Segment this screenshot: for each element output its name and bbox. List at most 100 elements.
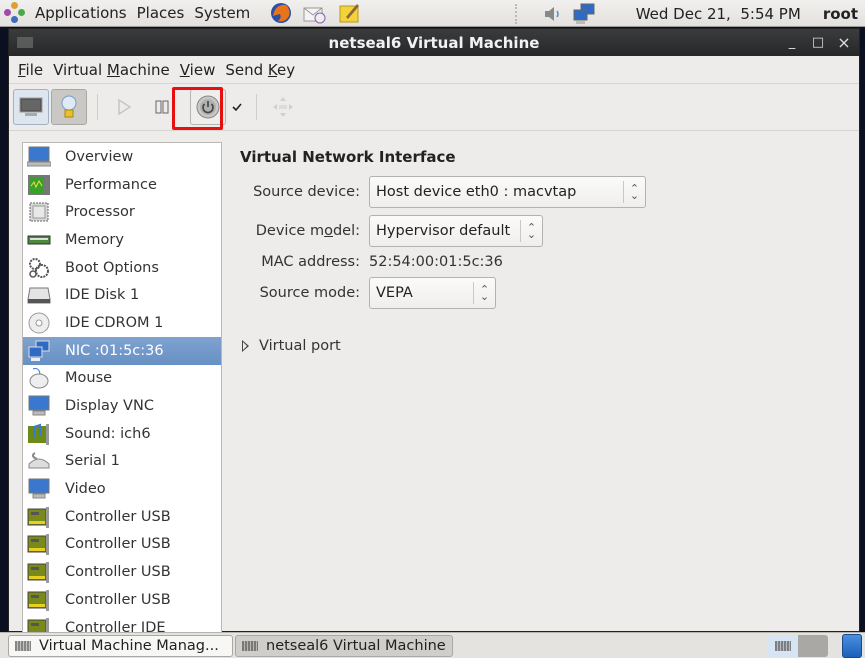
menu-sendkey-prefix: Send — [225, 60, 268, 79]
workspace-switcher[interactable] — [768, 635, 828, 657]
virtual-port-expander[interactable]: Virtual port — [240, 338, 840, 354]
device-model-row: Device model: Hypervisor default ⌃ ⌄ — [240, 213, 840, 248]
menu-view[interactable]: View — [175, 61, 221, 79]
performance-icon — [26, 174, 52, 196]
hardware-list-item[interactable]: Overview — [23, 143, 221, 171]
hardware-list-item[interactable]: Processor — [23, 198, 221, 226]
source-device-value: Host device eth0 : macvtap — [376, 183, 577, 200]
move-arrows-icon — [273, 97, 293, 117]
applications-menu[interactable]: Applications — [30, 0, 132, 27]
top-panel: Applications Places System Wed Dec 21, 5… — [0, 0, 865, 27]
source-mode-combo[interactable]: VEPA ⌃ ⌄ — [369, 276, 496, 309]
vm-manager-icon — [15, 640, 31, 651]
maximize-button[interactable]: □ — [811, 35, 825, 50]
window-titlebar[interactable]: netseal6 Virtual Machine _ □ × — [9, 29, 859, 56]
source-device-combo[interactable]: Host device eth0 : macvtap ⌃ ⌄ — [369, 175, 646, 208]
hardware-list-item[interactable]: Controller USB — [23, 586, 221, 614]
lightbulb-icon — [61, 95, 77, 118]
display-icon — [26, 395, 52, 417]
hardware-list-item[interactable]: Display VNC — [23, 392, 221, 420]
sound-card-icon — [26, 423, 52, 445]
toolbar-separator — [256, 94, 257, 120]
hardware-list-item[interactable]: IDE CDROM 1 — [23, 309, 221, 337]
hardware-list-item[interactable]: Sound: ich6 — [23, 420, 221, 448]
hardware-list-item[interactable]: Performance — [23, 171, 221, 199]
pause-icon — [155, 100, 169, 114]
mnemonic: V — [179, 60, 190, 79]
hardware-item-label: Performance — [65, 176, 157, 193]
firefox-icon[interactable] — [265, 0, 297, 27]
close-button[interactable]: × — [837, 33, 851, 52]
hardware-list-item[interactable]: Memory — [23, 226, 221, 254]
mac-address-value: 52:54:00:01:5c:36 — [369, 253, 503, 270]
hardware-list-item[interactable]: NIC :01:5c:36 — [23, 336, 221, 365]
cdrom-icon — [26, 312, 52, 334]
hardware-item-label: Display VNC — [65, 398, 154, 415]
workspace-2[interactable] — [798, 635, 828, 657]
menu-vm-rest: achine — [119, 60, 170, 79]
source-mode-label: Source mode: — [259, 284, 360, 301]
clock[interactable]: Wed Dec 21, 5:54 PM — [631, 0, 806, 27]
hardware-list-item[interactable]: Controller USB — [23, 558, 221, 586]
window-icon — [17, 37, 33, 48]
serial-icon — [26, 450, 52, 472]
hardware-item-label: Serial 1 — [65, 453, 120, 470]
chevron-down-icon — [232, 103, 242, 112]
hardware-list-item[interactable]: Controller USB — [23, 531, 221, 559]
menu-file-rest: ile — [25, 60, 44, 79]
menu-file[interactable]: File — [13, 61, 48, 79]
hardware-item-label: Video — [65, 481, 106, 498]
hardware-list[interactable]: Overview Performance Processor Memory Boot O… — [22, 142, 222, 634]
console-view-button[interactable] — [13, 89, 49, 125]
pci-card-icon — [26, 506, 52, 528]
hardware-list-item[interactable]: Controller USB — [23, 503, 221, 531]
hardware-item-label: Boot Options — [65, 259, 159, 276]
hardware-item-label: Processor — [65, 204, 135, 221]
video-icon — [26, 478, 52, 500]
user-menu[interactable]: root — [818, 0, 863, 27]
hardware-item-label: Controller USB — [65, 536, 171, 553]
network-status-icon[interactable] — [567, 0, 601, 27]
hardware-list-item[interactable]: Video — [23, 475, 221, 503]
system-menu[interactable]: System — [189, 0, 255, 27]
mnemonic: K — [267, 60, 277, 79]
places-menu[interactable]: Places — [132, 0, 190, 27]
memory-icon — [26, 229, 52, 251]
hardware-item-label: Controller USB — [65, 508, 171, 525]
mac-address-row: MAC address: 52:54:00:01:5c:36 — [240, 248, 840, 275]
hardware-item-label: Controller USB — [65, 564, 171, 581]
hardware-item-label: Sound: ich6 — [65, 425, 151, 442]
play-icon — [118, 98, 132, 116]
hardware-list-item[interactable]: Boot Options — [23, 254, 221, 282]
hardware-item-label: IDE CDROM 1 — [65, 314, 164, 331]
device-model-label: Device model: — [255, 222, 360, 239]
mail-icon[interactable] — [297, 0, 333, 27]
window-thumb-icon — [775, 641, 791, 651]
notes-icon[interactable] — [333, 0, 367, 27]
shutdown-button[interactable] — [190, 89, 226, 125]
taskbar-netseal6[interactable]: netseal6 Virtual Machine — [235, 634, 453, 657]
menubar: File Virtual Machine View Send Key — [9, 56, 859, 84]
pause-button[interactable] — [144, 89, 180, 125]
shutdown-menu-button[interactable] — [228, 89, 246, 125]
source-mode-row: Source mode: VEPA ⌃ ⌄ — [240, 275, 840, 310]
hardware-item-label: Memory — [65, 231, 124, 248]
taskbar-vm-manager[interactable]: Virtual Machine Manag... — [8, 634, 233, 657]
minimize-button[interactable]: _ — [785, 35, 799, 50]
source-mode-value: VEPA — [376, 284, 413, 301]
menu-send-key[interactable]: Send Key — [220, 61, 300, 79]
menu-virtual-machine[interactable]: Virtual Machine — [48, 61, 175, 79]
workspace-1[interactable] — [768, 635, 798, 657]
device-model-combo[interactable]: Hypervisor default ⌃ ⌄ — [369, 214, 543, 247]
trash-icon[interactable] — [842, 634, 862, 658]
fullscreen-button[interactable] — [265, 89, 301, 125]
hardware-list-item[interactable]: Controller IDE — [23, 614, 221, 633]
hardware-list-item[interactable]: Mouse — [23, 365, 221, 393]
applications-logo-icon — [4, 2, 26, 24]
details-view-button[interactable] — [51, 89, 87, 125]
run-button[interactable] — [106, 89, 142, 125]
hardware-list-item[interactable]: Serial 1 — [23, 448, 221, 476]
hardware-list-item[interactable]: IDE Disk 1 — [23, 281, 221, 309]
hardware-item-label: IDE Disk 1 — [65, 287, 140, 304]
volume-icon[interactable] — [537, 0, 567, 27]
